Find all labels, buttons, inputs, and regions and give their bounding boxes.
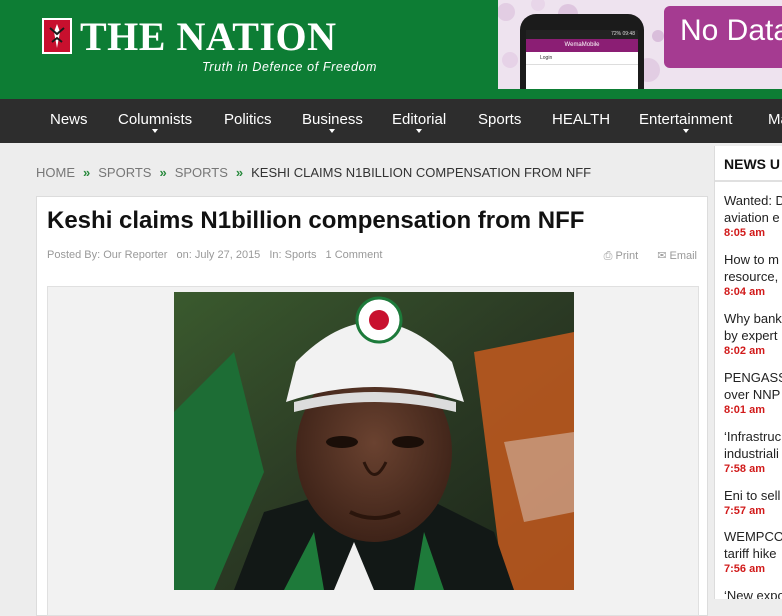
news-headline-line: WEMPCO: [724, 529, 782, 544]
nav-label: HEALTH: [552, 111, 611, 128]
site-name[interactable]: THE NATION: [80, 14, 337, 60]
news-headline-line: by expert: [724, 328, 778, 343]
news-headline-line: ‘Infrastruc: [724, 429, 782, 444]
nav-item-politics[interactable]: Politics: [224, 99, 272, 143]
envelope-icon: ✉: [657, 250, 667, 262]
sidebar-heading: NEWS U: [724, 156, 780, 172]
news-timestamp: 8:04 am: [724, 286, 765, 298]
phone-app-title: WemaMobile: [526, 39, 638, 52]
phone-mockup: 72% 09:48 WemaMobile Login: [520, 14, 644, 89]
nav-item-entertainment[interactable]: Entertainment: [639, 99, 732, 143]
nav-label: Columnists: [118, 111, 193, 128]
news-timestamp: 8:02 am: [724, 345, 765, 357]
print-button[interactable]: ⎙ Print: [604, 250, 639, 262]
news-headline-line: industriali: [724, 446, 779, 461]
nation-logo-icon[interactable]: [42, 18, 72, 54]
news-headline-line: aviation e: [724, 210, 780, 225]
breadcrumb-sports-sub[interactable]: SPORTS: [175, 165, 228, 180]
phone-screen: 72% 09:48 WemaMobile Login: [526, 30, 638, 89]
article-tools: ⎙ Print ✉ Email: [588, 249, 697, 263]
printer-icon: ⎙: [603, 250, 613, 262]
phone-status-bar: 72% 09:48: [526, 30, 638, 39]
news-timestamp: 8:01 am: [724, 404, 765, 416]
nav-item-news[interactable]: News: [50, 99, 88, 143]
ad-headline-box: No Data: [664, 6, 782, 68]
nav-item-more[interactable]: Ma: [768, 99, 782, 143]
print-label: Print: [615, 250, 639, 262]
breadcrumb: HOME » SPORTS » SPORTS » KESHI CLAIMS N1BILLIO…: [36, 165, 591, 180]
featured-image[interactable]: [174, 292, 574, 590]
chevron-down-icon: [329, 129, 336, 133]
news-list-item[interactable]: ‘Infrastruc industriali 7:58 am: [724, 428, 781, 477]
breadcrumb-home[interactable]: HOME: [36, 165, 75, 180]
email-label: Email: [669, 250, 697, 262]
news-timestamp: 7:58 am: [724, 463, 765, 475]
breadcrumb-current: KESHI CLAIMS N1BILLION COMPENSATION FROM…: [251, 165, 592, 180]
news-timestamp: 8:05 am: [724, 227, 765, 239]
chevron-down-icon: [152, 129, 159, 133]
news-updates-sidebar: NEWS U Wanted: D aviation e 8:05 am How …: [714, 146, 782, 599]
site-header: THE NATION Truth in Defence of Freedom 7…: [0, 0, 782, 99]
breadcrumb-sports[interactable]: SPORTS: [98, 165, 151, 180]
news-headline-line: ‘New expo: [724, 588, 782, 599]
news-headline-line: over NNP: [724, 387, 781, 402]
news-list-item[interactable]: PENGASSA over NNP 8:01 am: [724, 369, 782, 418]
nav-label: News: [50, 111, 88, 128]
nav-item-health[interactable]: HEALTH: [552, 99, 610, 143]
nav-label: Entertainment: [639, 111, 733, 128]
email-button[interactable]: ✉ Email: [657, 250, 697, 262]
site-tagline: Truth in Defence of Freedom: [202, 60, 378, 74]
double-chevron-icon: »: [83, 165, 91, 180]
article-category[interactable]: In: Sports: [269, 249, 316, 261]
news-timestamp: 7:56 am: [724, 563, 765, 575]
news-list-item[interactable]: Why bank by expert 8:02 am: [724, 310, 782, 359]
article-meta: Posted By: Our Reporter on: July 27, 201…: [47, 249, 388, 261]
article-comments[interactable]: 1 Comment: [326, 249, 383, 261]
article-card: Keshi claims N1billion compensation from…: [36, 196, 708, 616]
news-headline-line: PENGASSA: [724, 370, 782, 385]
nav-label: Sports: [478, 111, 522, 128]
article-author[interactable]: Posted By: Our Reporter: [47, 249, 167, 261]
article-date: on: July 27, 2015: [176, 249, 261, 261]
nav-label: Editorial: [392, 111, 447, 128]
news-headline-line: Eni to sell: [724, 488, 781, 503]
news-list-item[interactable]: How to m resource, 8:04 am: [724, 251, 779, 300]
advertisement-banner[interactable]: 72% 09:48 WemaMobile Login No Data: [498, 0, 782, 89]
nav-label: Politics: [224, 111, 272, 128]
news-list-item[interactable]: Eni to sell 7:57 am: [724, 487, 780, 519]
phone-login-row: Login: [526, 52, 638, 65]
nav-label: Ma: [768, 111, 782, 128]
ad-headline: No Data: [680, 14, 782, 47]
news-list-item[interactable]: Wanted: D aviation e 8:05 am: [724, 192, 782, 241]
featured-image-frame: [47, 286, 699, 616]
news-headline-line: tariff hike: [724, 546, 777, 561]
nav-item-sports[interactable]: Sports: [478, 99, 521, 143]
news-headline-line: How to m: [724, 252, 779, 267]
nav-item-business[interactable]: Business: [302, 99, 363, 143]
news-headline-line: resource,: [724, 269, 779, 284]
news-headline-line: Wanted: D: [724, 193, 782, 208]
news-list-item[interactable]: ‘New expo: [724, 587, 782, 599]
sidebar-divider: [715, 180, 782, 182]
nav-label: Business: [302, 111, 363, 128]
chevron-down-icon: [416, 129, 423, 133]
nav-item-columnists[interactable]: Columnists: [118, 99, 192, 143]
news-headline-line: Why bank: [724, 311, 782, 326]
chevron-down-icon: [682, 129, 689, 133]
news-timestamp: 7:57 am: [724, 505, 765, 517]
news-list-item[interactable]: WEMPCO tariff hike 7:56 am: [724, 528, 782, 577]
article-title: Keshi claims N1billion compensation from…: [47, 207, 585, 234]
nav-item-editorial[interactable]: Editorial: [392, 99, 446, 143]
double-chevron-icon: »: [235, 165, 244, 180]
main-nav: News Columnists Politics Business Editor…: [0, 99, 782, 143]
double-chevron-icon: »: [159, 165, 167, 180]
